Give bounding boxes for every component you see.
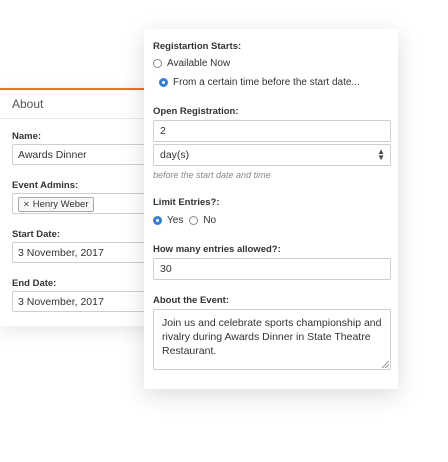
about-event-textarea[interactable]: Join us and celebrate sports championshi…: [153, 309, 391, 370]
entries-allowed-input[interactable]: 30: [153, 258, 391, 280]
end-date-label: End Date:: [12, 278, 57, 289]
registration-starts-label: Registartion Starts:: [153, 41, 242, 52]
start-date-field[interactable]: 3 November, 2017: [12, 242, 162, 263]
radio-no-label[interactable]: No: [203, 215, 216, 226]
end-date-field[interactable]: 3 November, 2017: [12, 291, 162, 312]
radio-available-now-label: Available Now: [167, 58, 231, 69]
radio-certain-time[interactable]: From a certain time before the start dat…: [159, 77, 360, 88]
event-admins-label: Event Admins:: [12, 180, 79, 191]
radio-yes-label[interactable]: Yes: [167, 215, 183, 226]
select-arrows-icon: ▲ ▼: [377, 147, 385, 162]
about-event-label: About the Event:: [153, 295, 229, 306]
radio-available-now[interactable]: Available Now: [153, 58, 230, 69]
name-field[interactable]: Awards Dinner: [12, 144, 162, 165]
admin-chip-label: Henry Weber: [32, 199, 89, 210]
open-registration-value: 2: [160, 125, 166, 137]
admin-chip: ✕ Henry Weber: [18, 197, 94, 212]
remove-chip-icon[interactable]: ✕: [23, 200, 30, 209]
radio-no-icon[interactable]: [189, 216, 199, 225]
open-registration-hint: before the start date and time: [153, 170, 271, 180]
about-title: About: [12, 97, 44, 111]
end-date-value: 3 November, 2017: [18, 296, 104, 308]
name-label: Name:: [12, 131, 42, 142]
open-registration-label: Open Registration:: [153, 106, 239, 117]
limit-entries-radios: Yes No: [153, 215, 216, 226]
radio-yes-icon[interactable]: [153, 216, 162, 225]
radio-unchecked-icon[interactable]: [153, 59, 162, 68]
unit-select-value: day(s): [160, 149, 190, 161]
radio-certain-time-label: From a certain time before the start dat…: [173, 77, 360, 88]
unit-select[interactable]: day(s) ▲ ▼: [153, 144, 391, 166]
entries-allowed-label: How many entries allowed?:: [153, 244, 281, 255]
start-date-label: Start Date:: [12, 229, 61, 240]
event-admins-field[interactable]: ✕ Henry Weber: [12, 193, 162, 214]
about-event-text: Join us and celebrate sports championshi…: [162, 317, 382, 357]
open-registration-input[interactable]: 2: [153, 120, 391, 142]
about-divider: [0, 118, 160, 119]
radio-checked-icon[interactable]: [159, 78, 168, 87]
about-panel: About Name: Awards Dinner Event Admins: …: [0, 88, 162, 326]
start-date-value: 3 November, 2017: [18, 247, 104, 259]
entries-allowed-value: 30: [160, 263, 172, 275]
limit-entries-label: Limit Entries?:: [153, 197, 220, 208]
resize-grip-icon[interactable]: [382, 361, 389, 368]
registration-panel: Registartion Starts: Available Now From …: [144, 29, 398, 389]
name-value: Awards Dinner: [18, 149, 87, 161]
